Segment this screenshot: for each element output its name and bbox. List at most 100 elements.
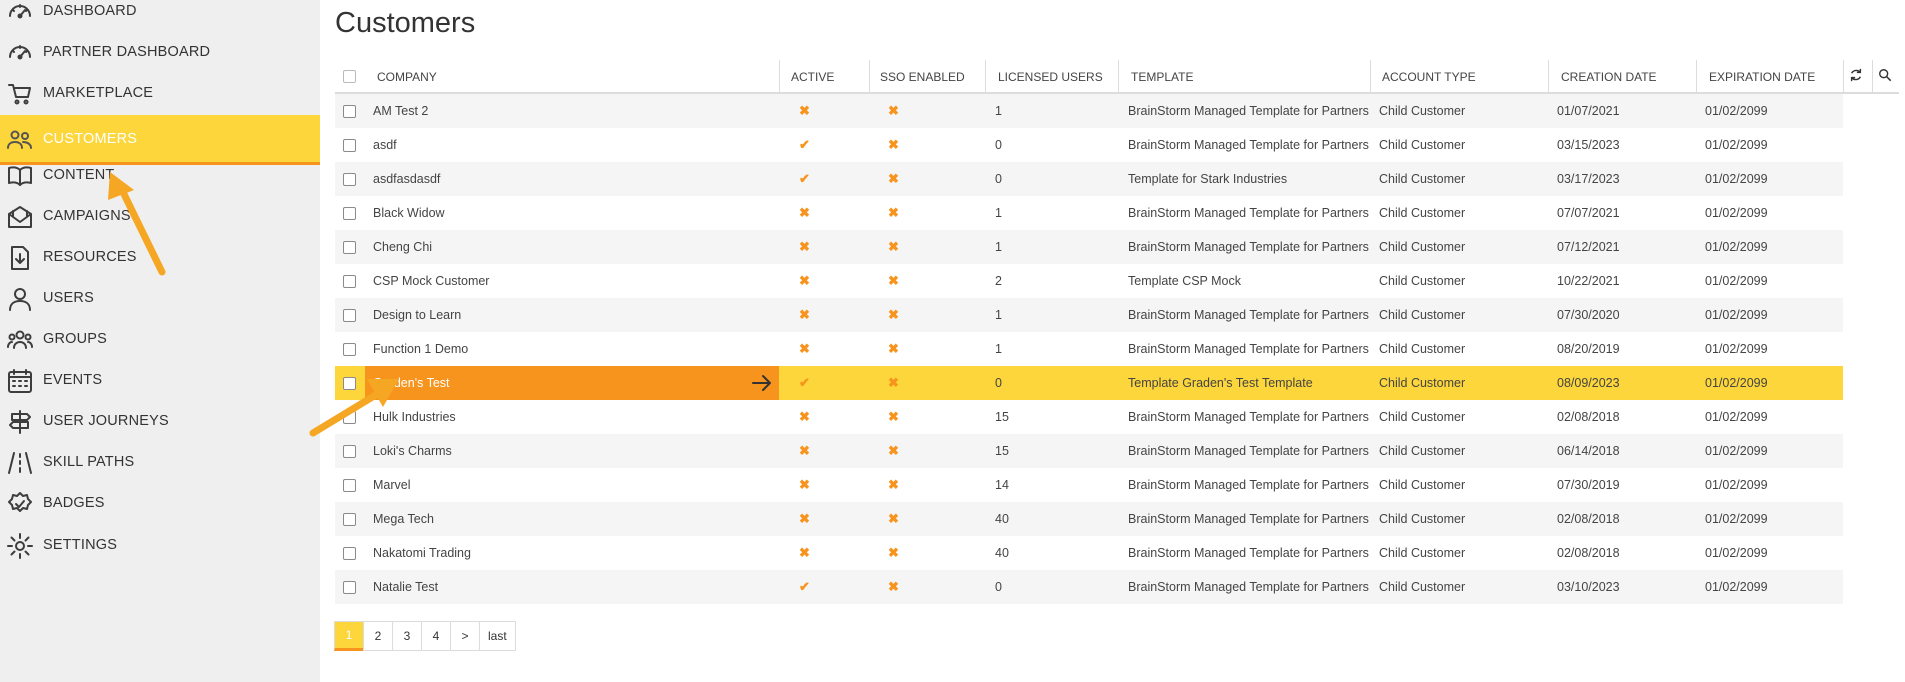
main-content: Customers COMPANY ACTIVE SSO ENABLED LIC… — [334, 0, 1905, 682]
table-row[interactable]: Mega Tech ✖ ✖ 40 BrainStorm Managed Template… — [335, 502, 1843, 536]
column-header-creation-date[interactable]: CREATION DATE — [1561, 70, 1657, 84]
company-cell-hover[interactable]: Graden's Test — [365, 366, 779, 400]
sidebar-item-label: EVENTS — [43, 372, 103, 388]
refresh-icon[interactable] — [1849, 68, 1863, 82]
table-row[interactable]: Hulk Industries ✖ ✖ 15 BrainStorm Managed Te… — [335, 400, 1843, 434]
cross-icon: ✖ — [799, 409, 810, 424]
column-divider — [985, 60, 986, 92]
last-page-button[interactable]: last — [479, 621, 516, 651]
cell-template: BrainStorm Managed Template for Partners — [1128, 342, 1369, 356]
table-row[interactable]: AM Test 2 ✖ ✖ 1 BrainStorm Managed Template … — [335, 94, 1843, 128]
page-button-2[interactable]: 2 — [363, 621, 393, 651]
cell-created: 01/07/2021 — [1557, 104, 1620, 118]
table-row[interactable]: Graden's Test ✔ ✖ 0 Template Graden's Test T… — [335, 366, 1843, 400]
company-name[interactable]: Marvel — [373, 478, 411, 492]
company-name[interactable]: AM Test 2 — [373, 104, 428, 118]
next-page-button[interactable]: > — [450, 621, 480, 651]
company-name[interactable]: Cheng Chi — [373, 240, 432, 254]
row-checkbox[interactable] — [343, 139, 356, 152]
sidebar-item-label: USER JOURNEYS — [43, 413, 169, 429]
column-header-account-type[interactable]: ACCOUNT TYPE — [1382, 70, 1476, 84]
column-divider — [1872, 60, 1873, 92]
cell-template: BrainStorm Managed Template for Partners — [1128, 138, 1369, 152]
cross-icon: ✖ — [888, 171, 899, 186]
page-button-3[interactable]: 3 — [392, 621, 422, 651]
company-name[interactable]: asdfasdasdf — [373, 172, 440, 186]
select-all-checkbox[interactable] — [343, 70, 356, 83]
cell-created: 08/09/2023 — [1557, 376, 1620, 390]
cell-licensed: 1 — [995, 308, 1002, 322]
row-checkbox[interactable] — [343, 207, 356, 220]
cross-icon: ✖ — [888, 307, 899, 322]
table-row[interactable]: Cheng Chi ✖ ✖ 1 BrainStorm Managed Template … — [335, 230, 1843, 264]
table-row[interactable]: asdfasdasdf ✔ ✖ 0 Template for Stark Industr… — [335, 162, 1843, 196]
cell-expires: 01/02/2099 — [1705, 206, 1768, 220]
cell-account-type: Child Customer — [1379, 308, 1466, 322]
cell-licensed: 1 — [995, 342, 1002, 356]
cell-account-type: Child Customer — [1379, 444, 1466, 458]
table-row[interactable]: CSP Mock Customer ✖ ✖ 2 Template CSP Mock Chi… — [335, 264, 1843, 298]
cell-account-type: Child Customer — [1379, 580, 1466, 594]
envelope-icon — [7, 204, 33, 230]
table-row[interactable]: Loki's Charms ✖ ✖ 15 BrainStorm Managed Temp… — [335, 434, 1843, 468]
table-row[interactable]: asdf ✔ ✖ 0 BrainStorm Managed Template for P… — [335, 128, 1843, 162]
cross-icon: ✖ — [888, 239, 899, 254]
company-name[interactable]: Design to Learn — [373, 308, 461, 322]
table-row[interactable]: Function 1 Demo ✖ ✖ 1 BrainStorm Managed Tem… — [335, 332, 1843, 366]
cell-created: 07/12/2021 — [1557, 240, 1620, 254]
people-icon — [7, 127, 33, 153]
table-row[interactable]: Design to Learn ✖ ✖ 1 BrainStorm Managed Tem… — [335, 298, 1843, 332]
sidebar-item-label: BADGES — [43, 495, 105, 511]
row-checkbox[interactable] — [343, 309, 356, 322]
company-name[interactable]: Black Widow — [373, 206, 445, 220]
page-button-1[interactable]: 1 — [334, 621, 364, 651]
cell-account-type: Child Customer — [1379, 240, 1466, 254]
column-divider — [869, 60, 870, 92]
table-row[interactable]: Natalie Test ✔ ✖ 0 BrainStorm Managed Templa… — [335, 570, 1843, 604]
page-button-4[interactable]: 4 — [421, 621, 451, 651]
cell-account-type: Child Customer — [1379, 376, 1466, 390]
sidebar: DASHBOARD PARTNER DASHBOARD MARKETPLACE CUS… — [0, 0, 320, 682]
company-name[interactable]: Function 1 Demo — [373, 342, 468, 356]
cell-template: Template CSP Mock — [1128, 274, 1242, 288]
company-name[interactable]: Mega Tech — [373, 512, 434, 526]
row-checkbox[interactable] — [343, 445, 356, 458]
column-header-company[interactable]: COMPANY — [377, 70, 437, 84]
column-header-sso-enabled[interactable]: SSO ENABLED — [880, 70, 965, 84]
company-name[interactable]: Natalie Test — [373, 580, 438, 594]
company-name[interactable]: Nakatomi Trading — [373, 546, 471, 560]
cell-expires: 01/02/2099 — [1705, 104, 1768, 118]
row-checkbox[interactable] — [343, 343, 356, 356]
cross-icon: ✖ — [888, 409, 899, 424]
cell-template: BrainStorm Managed Template for Partners — [1128, 206, 1369, 220]
row-checkbox[interactable] — [343, 547, 356, 560]
row-checkbox[interactable] — [343, 581, 356, 594]
search-icon[interactable] — [1878, 68, 1892, 82]
table-row[interactable]: Nakatomi Trading ✖ ✖ 40 BrainStorm Managed T… — [335, 536, 1843, 570]
sidebar-item-label: CUSTOMERS — [43, 131, 138, 147]
sidebar-item-marketplace[interactable]: MARKETPLACE — [0, 69, 320, 119]
arrow-right-icon[interactable] — [751, 373, 773, 393]
company-name[interactable]: CSP Mock Customer — [373, 274, 489, 288]
row-checkbox[interactable] — [343, 241, 356, 254]
column-header-expiration-date[interactable]: EXPIRATION DATE — [1709, 70, 1815, 84]
cross-icon: ✖ — [799, 273, 810, 288]
column-header-licensed-users[interactable]: LICENSED USERS — [998, 70, 1103, 84]
table-row[interactable]: Black Widow ✖ ✖ 1 BrainStorm Managed Templat… — [335, 196, 1843, 230]
column-header-template[interactable]: TEMPLATE — [1131, 70, 1193, 84]
cell-account-type: Child Customer — [1379, 410, 1466, 424]
row-checkbox[interactable] — [343, 513, 356, 526]
cell-licensed: 2 — [995, 274, 1002, 288]
row-checkbox[interactable] — [343, 105, 356, 118]
table-row[interactable]: Marvel ✖ ✖ 14 BrainStorm Managed Template fo… — [335, 468, 1843, 502]
row-checkbox[interactable] — [343, 173, 356, 186]
sidebar-item-settings[interactable]: SETTINGS — [0, 521, 320, 571]
cell-created: 06/14/2018 — [1557, 444, 1620, 458]
row-checkbox[interactable] — [343, 275, 356, 288]
company-name[interactable]: asdf — [373, 138, 397, 152]
row-checkbox[interactable] — [343, 479, 356, 492]
company-name[interactable]: Loki's Charms — [373, 444, 452, 458]
column-header-active[interactable]: ACTIVE — [791, 70, 834, 84]
signpost-icon — [7, 409, 33, 435]
annotation-arrow-customers — [108, 172, 166, 276]
